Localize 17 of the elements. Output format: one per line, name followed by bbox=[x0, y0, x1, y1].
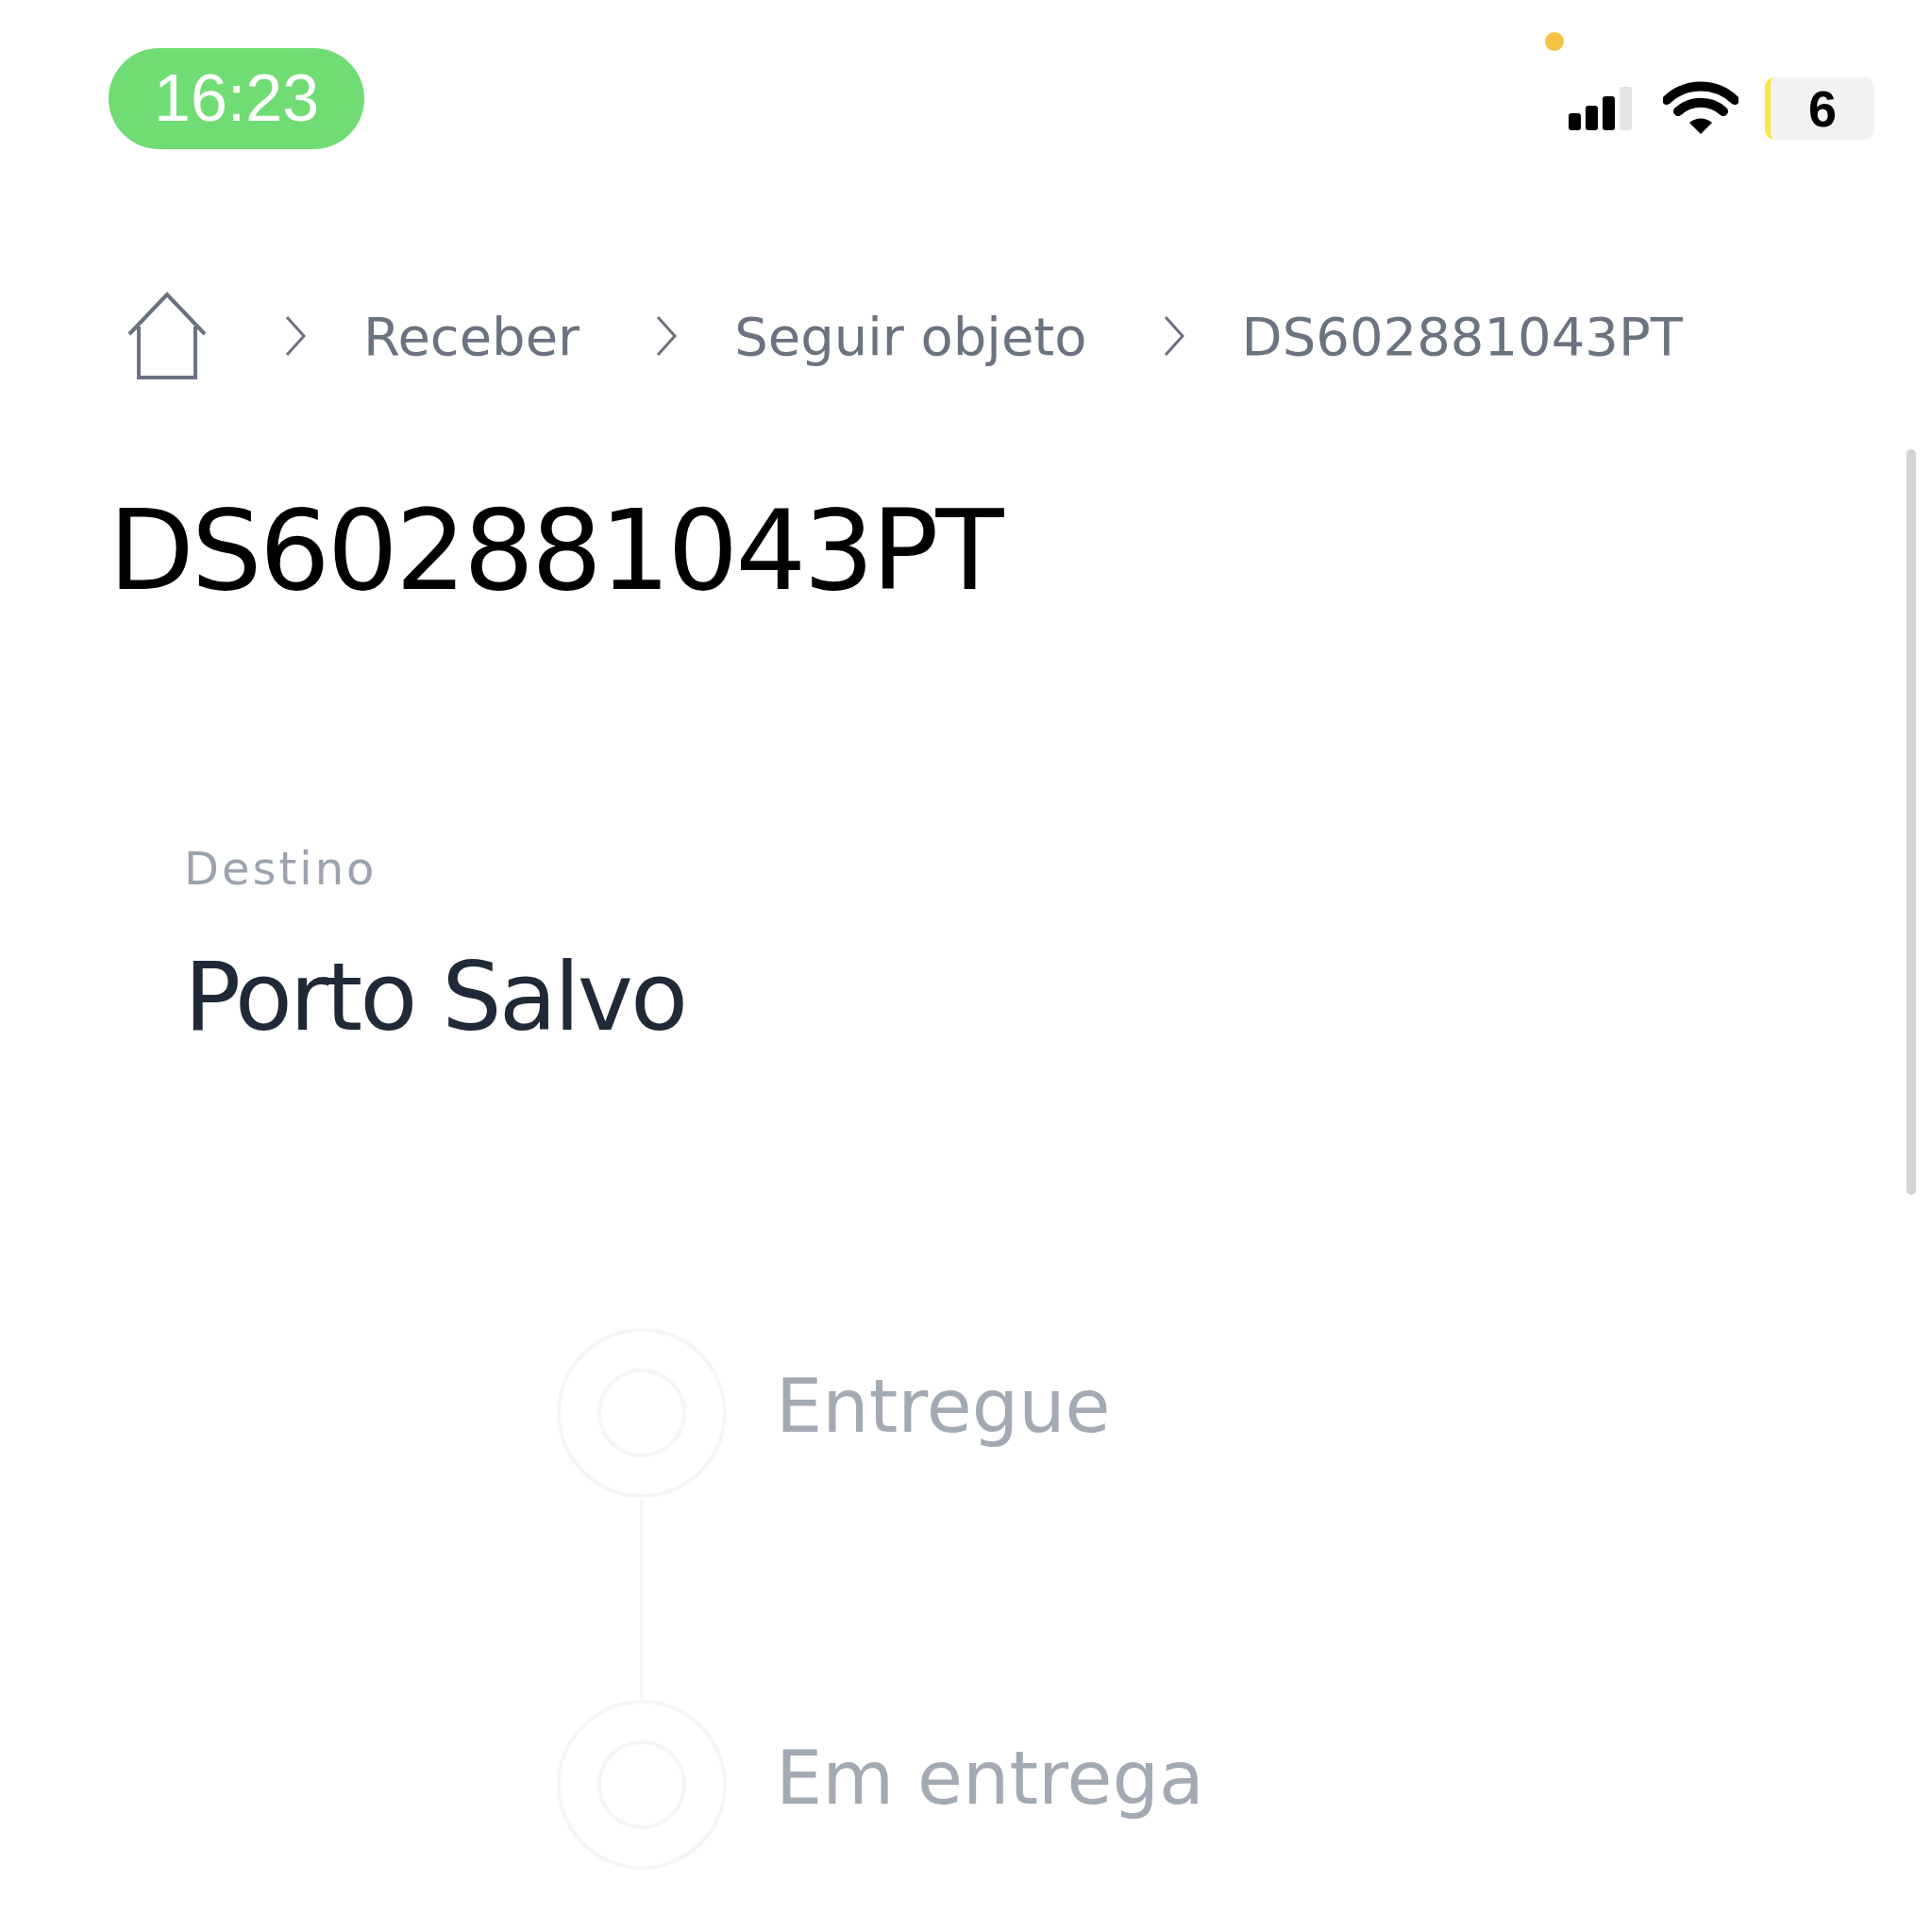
tracking-number-title: DS602881043PT bbox=[109, 485, 1004, 615]
breadcrumb-link[interactable]: DS602881043PT bbox=[1241, 305, 1683, 367]
destination-value: Porto Salvo bbox=[184, 942, 687, 1052]
step-label: Entregue bbox=[776, 1364, 1111, 1449]
breadcrumb-link[interactable]: Receber bbox=[363, 305, 580, 367]
status-time: 16:23 bbox=[109, 47, 365, 149]
wifi-icon bbox=[1662, 81, 1738, 136]
scrollbar[interactable] bbox=[1906, 449, 1916, 1195]
step-label: Em entrega bbox=[776, 1736, 1204, 1821]
home-icon[interactable] bbox=[126, 291, 209, 381]
privacy-indicator-icon bbox=[1545, 32, 1564, 51]
destination-label: Destino bbox=[184, 842, 378, 895]
breadcrumb-link[interactable]: Seguir objeto bbox=[734, 305, 1087, 367]
chevron-icon bbox=[284, 314, 307, 358]
chevron-icon bbox=[655, 314, 679, 358]
battery-level: 6 bbox=[1764, 77, 1874, 140]
chevron-icon bbox=[1162, 314, 1185, 358]
